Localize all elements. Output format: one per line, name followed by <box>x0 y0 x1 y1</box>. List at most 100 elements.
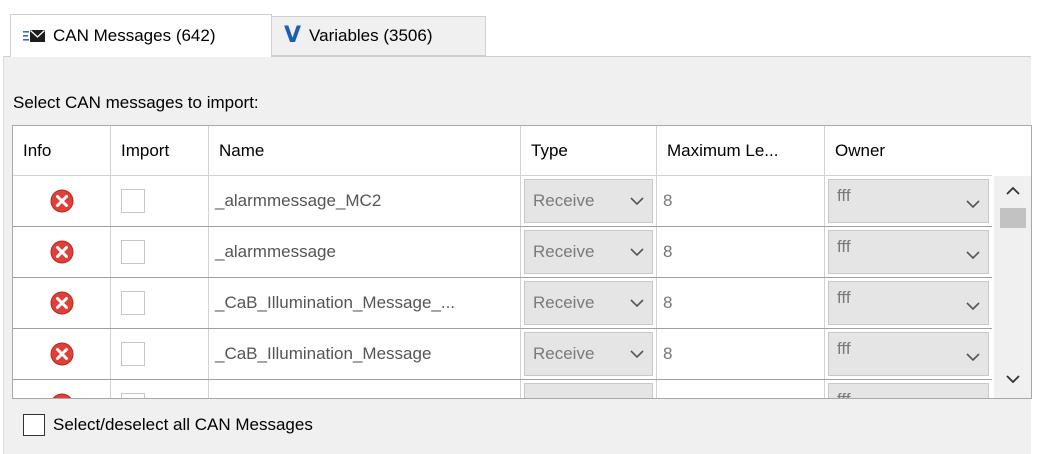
can-envelope-icon <box>23 30 45 42</box>
table-header: Info Import Name Type Maximum Le... Owne… <box>13 126 992 176</box>
import-checkbox[interactable] <box>121 291 145 315</box>
table-row[interactable]: _alarmmessage_MC2 Receive 8 fff <box>13 176 992 227</box>
import-cell <box>111 227 209 277</box>
can-messages-table: Info Import Name Type Maximum Le... Owne… <box>12 125 1032 399</box>
import-cell <box>111 380 209 398</box>
error-icon <box>50 342 73 366</box>
chevron-down-icon <box>966 200 980 209</box>
type-select-value: Receive <box>533 242 595 261</box>
scrollbar-thumb[interactable] <box>1000 208 1026 228</box>
tab-can-messages[interactable]: CAN Messages (642) <box>10 14 272 57</box>
owner-select[interactable]: fff <box>828 332 989 376</box>
header-corner <box>994 126 1031 176</box>
table-row[interactable]: _RoofPCNAmbientCondition Receive 8 fff <box>13 380 992 398</box>
chevron-down-icon <box>966 353 980 362</box>
type-select[interactable]: Receive <box>524 383 653 398</box>
type-select-value: Receive <box>533 344 595 363</box>
info-cell <box>13 380 111 398</box>
type-cell: Receive <box>521 329 657 379</box>
table-row[interactable]: _CaB_Illumination_Message_... Receive 8 … <box>13 278 992 329</box>
owner-select[interactable]: fff <box>828 230 989 274</box>
chevron-down-icon <box>630 197 644 206</box>
tab-variables[interactable]: V Variables (3506) <box>272 16 486 56</box>
message-name: _CaB_Illumination_Message_... <box>209 278 521 328</box>
import-cell <box>111 329 209 379</box>
type-cell: Receive <box>521 278 657 328</box>
message-name: _RoofPCNAmbientCondition <box>209 380 521 398</box>
tab-can-messages-label: CAN Messages (642) <box>53 26 216 45</box>
owner-select-value: fff <box>837 288 851 307</box>
type-select[interactable]: Receive <box>524 281 653 325</box>
owner-cell: fff <box>825 176 992 226</box>
v-variables-icon: V <box>284 23 302 48</box>
max-length-value: 8 <box>657 278 825 328</box>
chevron-down-icon <box>630 248 644 257</box>
can-import-dialog: CAN Messages (642) V Variables (3506) Se… <box>0 0 1047 454</box>
type-select[interactable]: Receive <box>524 230 653 274</box>
type-cell: Receive <box>521 380 657 398</box>
chevron-down-icon <box>966 302 980 311</box>
owner-cell: fff <box>825 380 992 398</box>
select-all-checkbox[interactable] <box>23 414 45 436</box>
column-header-import[interactable]: Import <box>111 126 209 176</box>
tab-bar: CAN Messages (642) V Variables (3506) <box>0 0 1047 57</box>
message-name: _alarmmessage <box>209 227 521 277</box>
column-header-info[interactable]: Info <box>13 126 111 176</box>
info-cell <box>13 329 111 379</box>
max-length-value: 8 <box>657 227 825 277</box>
column-header-type[interactable]: Type <box>521 126 657 176</box>
table-row[interactable]: _alarmmessage Receive 8 fff <box>13 227 992 278</box>
instruction-label: Select CAN messages to import: <box>13 93 259 112</box>
vertical-scrollbar[interactable] <box>994 176 1031 398</box>
max-length-value: 8 <box>657 329 825 379</box>
owner-cell: fff <box>825 227 992 277</box>
type-select[interactable]: Receive <box>524 179 653 223</box>
error-icon <box>50 291 73 315</box>
column-header-maximum-length[interactable]: Maximum Le... <box>657 126 825 176</box>
owner-cell: fff <box>825 278 992 328</box>
owner-select[interactable]: fff <box>828 383 989 398</box>
scroll-up-arrow-icon[interactable] <box>1003 184 1023 198</box>
import-cell <box>111 278 209 328</box>
import-cell <box>111 176 209 226</box>
can-messages-panel: Select CAN messages to import: Info Impo… <box>3 56 1032 454</box>
owner-select-value: fff <box>837 339 851 358</box>
type-select-value: Receive <box>533 293 595 312</box>
table-body: _alarmmessage_MC2 Receive 8 fff _alarmme… <box>13 176 992 398</box>
type-select[interactable]: Receive <box>524 332 653 376</box>
import-checkbox[interactable] <box>121 393 145 398</box>
import-checkbox[interactable] <box>121 189 145 213</box>
select-all-checkbox-row[interactable]: Select/deselect all CAN Messages <box>23 414 313 436</box>
column-header-name[interactable]: Name <box>209 126 521 176</box>
table-row[interactable]: _CaB_Illumination_Message Receive 8 fff <box>13 329 992 380</box>
max-length-value: 8 <box>657 380 825 398</box>
error-icon <box>50 189 73 213</box>
column-header-owner[interactable]: Owner <box>825 126 992 176</box>
max-length-value: 8 <box>657 176 825 226</box>
message-name: _alarmmessage_MC2 <box>209 176 521 226</box>
select-all-label: Select/deselect all CAN Messages <box>53 415 313 434</box>
owner-select-value: fff <box>837 390 851 398</box>
chevron-down-icon <box>630 350 644 359</box>
chevron-down-icon <box>630 299 644 308</box>
type-select-value: Receive <box>533 191 595 210</box>
error-icon <box>50 240 73 264</box>
type-select-value: Receive <box>533 395 594 398</box>
info-cell <box>13 278 111 328</box>
chevron-down-icon <box>966 251 980 260</box>
import-checkbox[interactable] <box>121 342 145 366</box>
type-cell: Receive <box>521 227 657 277</box>
owner-select-value: fff <box>837 237 851 256</box>
info-cell <box>13 227 111 277</box>
import-checkbox[interactable] <box>121 240 145 264</box>
info-cell <box>13 176 111 226</box>
owner-select[interactable]: fff <box>828 179 989 223</box>
owner-select[interactable]: fff <box>828 281 989 325</box>
tab-variables-label: Variables (3506) <box>309 26 433 45</box>
owner-cell: fff <box>825 329 992 379</box>
type-cell: Receive <box>521 176 657 226</box>
owner-select-value: fff <box>837 186 851 205</box>
message-name: _CaB_Illumination_Message <box>209 329 521 379</box>
scroll-down-arrow-icon[interactable] <box>1003 372 1023 386</box>
error-icon <box>52 393 71 398</box>
